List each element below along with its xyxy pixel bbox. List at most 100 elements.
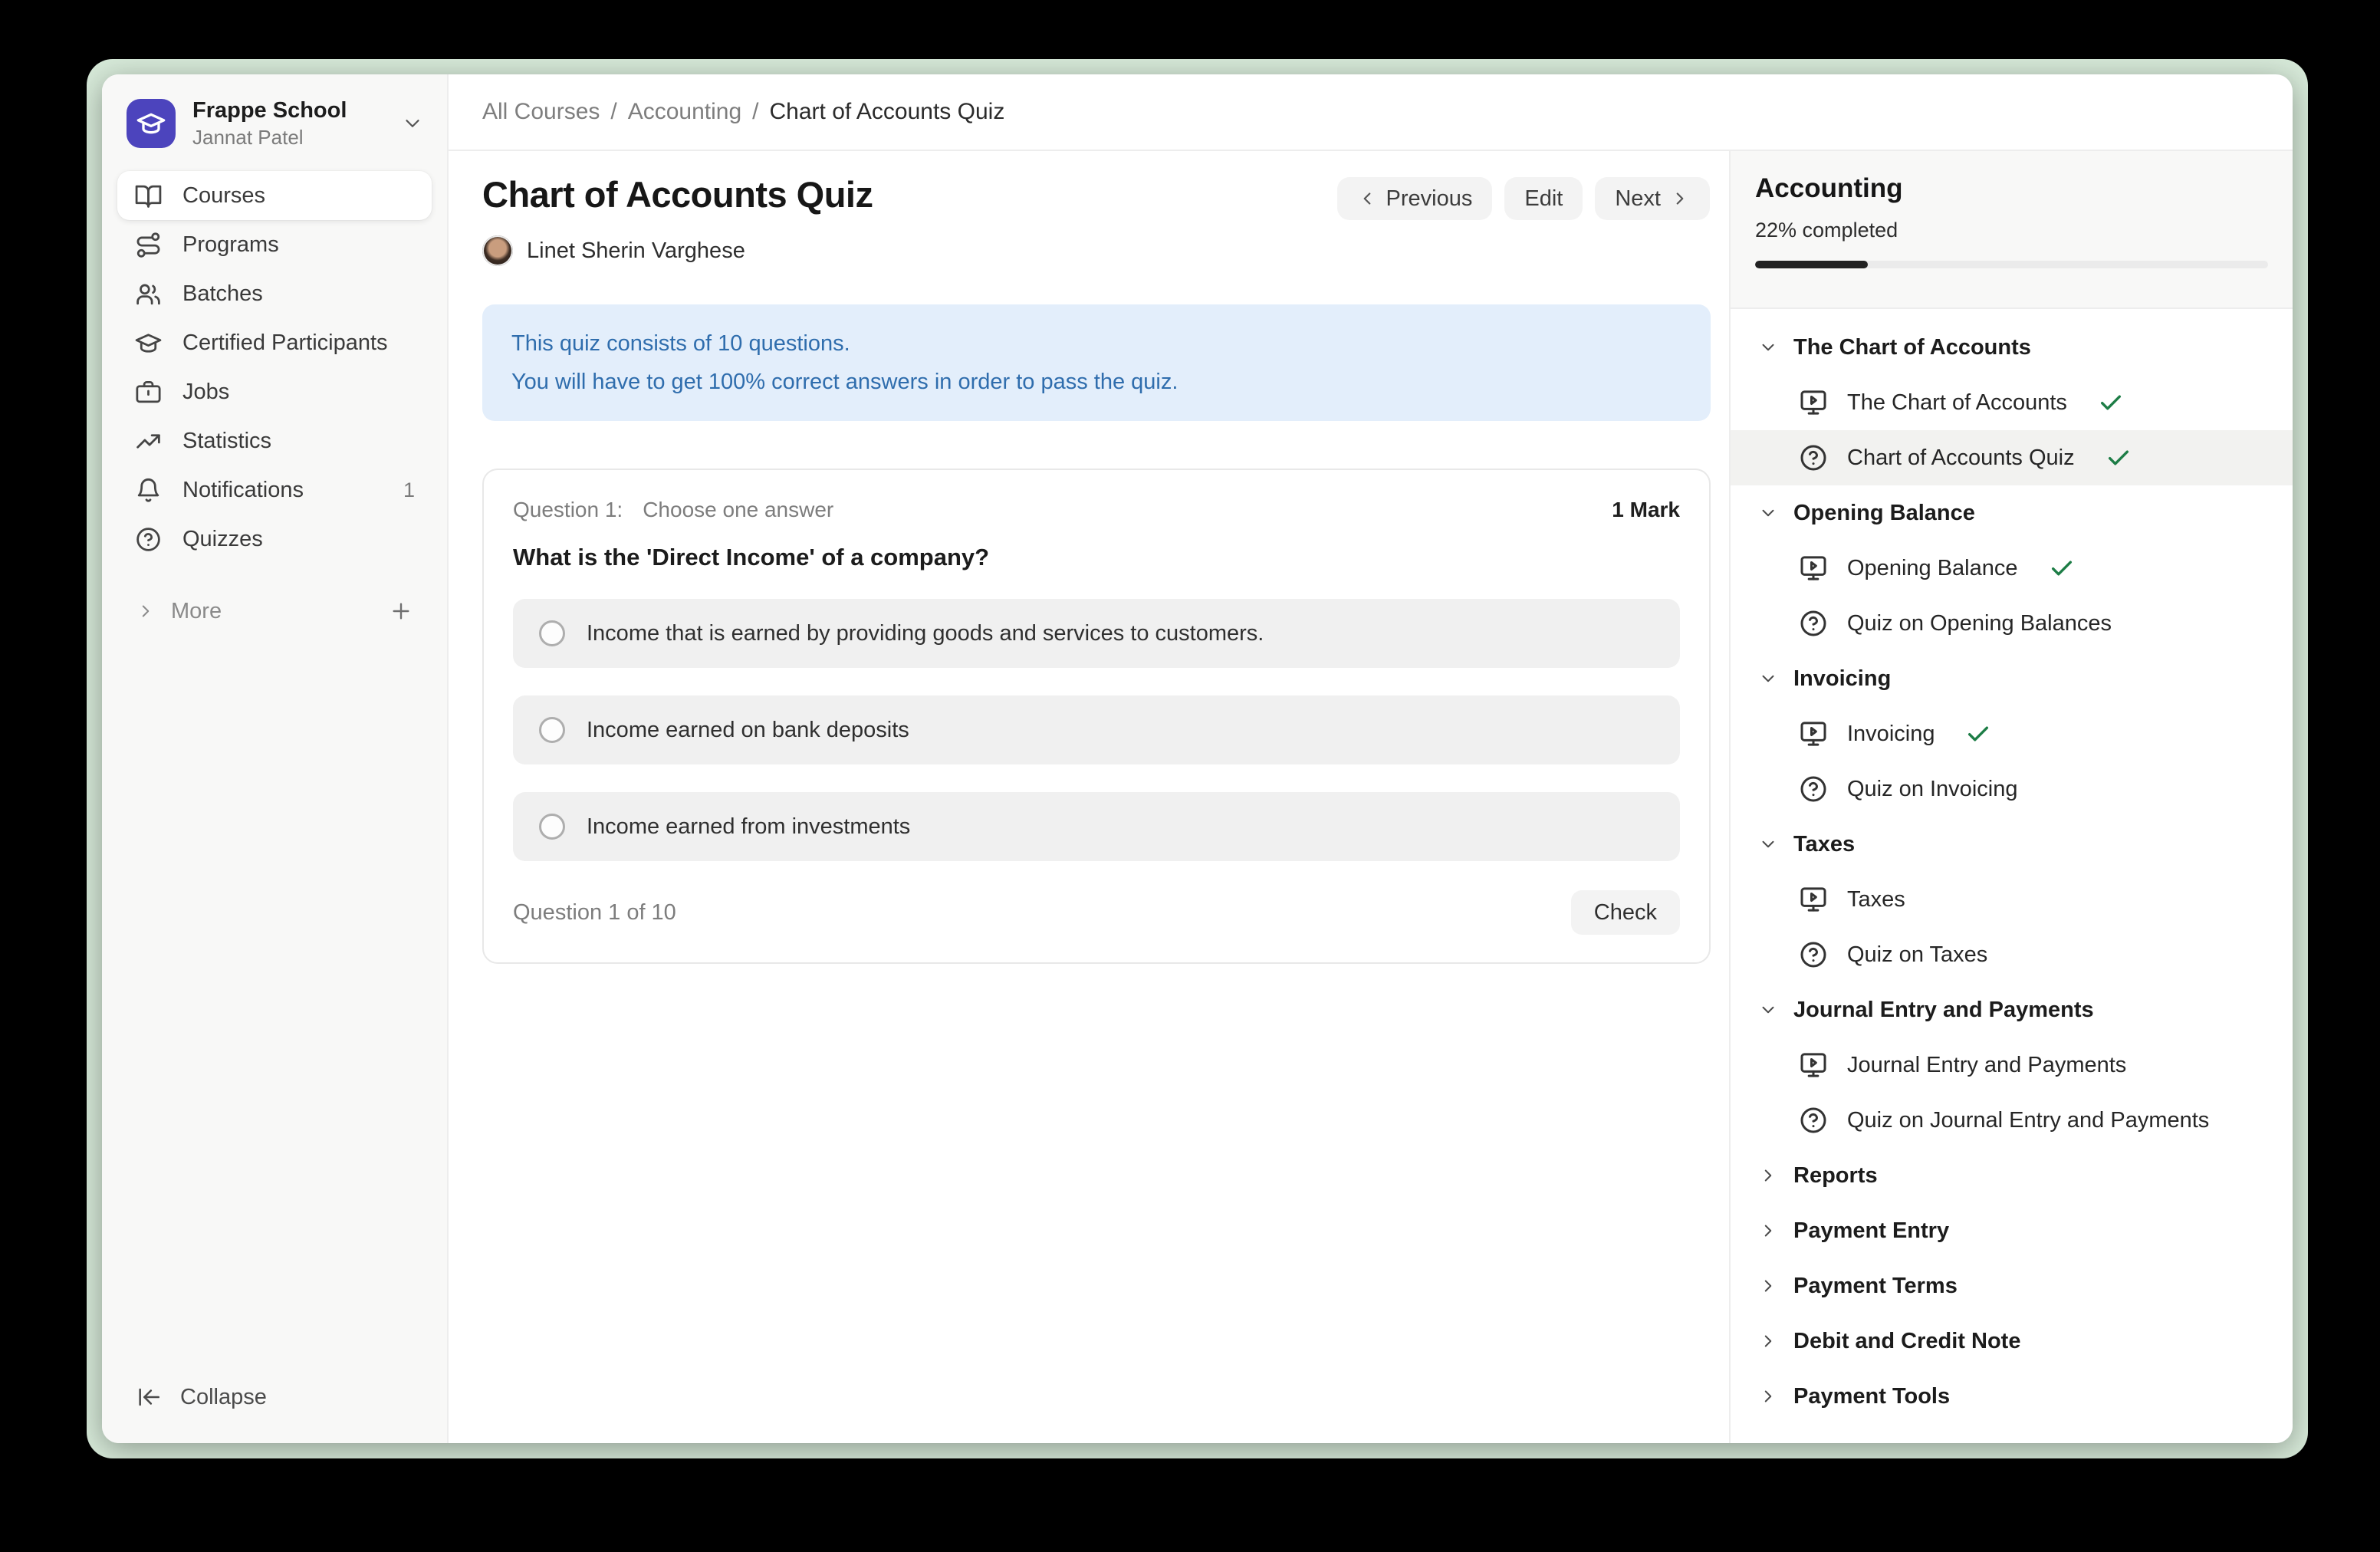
outline-item-lesson[interactable]: Journal Entry and Payments xyxy=(1731,1037,2293,1093)
outline-item-label: The Chart of Accounts xyxy=(1847,390,2067,416)
section-title: Reports xyxy=(1793,1163,1878,1189)
section-title: Taxes xyxy=(1793,832,1855,857)
notification-count-badge: 1 xyxy=(403,478,415,502)
plus-icon[interactable] xyxy=(389,599,413,623)
chevron-right-icon xyxy=(1758,1221,1778,1241)
answer-option-1[interactable]: Income that is earned by providing goods… xyxy=(513,599,1680,668)
outline-item-lesson[interactable]: The Chart of Accounts xyxy=(1731,375,2293,430)
outline-item-lesson[interactable]: Invoicing xyxy=(1731,706,2293,761)
lesson-icon xyxy=(1798,553,1829,584)
answer-option-3[interactable]: Income earned from investments xyxy=(513,792,1680,861)
page-title: Chart of Accounts Quiz xyxy=(482,173,873,217)
workspace-switcher[interactable]: Frappe School Jannat Patel xyxy=(102,74,447,166)
title-row: Chart of Accounts Quiz Previous Edit Nex… xyxy=(482,173,1710,220)
radio-icon[interactable] xyxy=(539,717,565,743)
sidebar-item-programs[interactable]: Programs xyxy=(117,220,432,269)
app-frame: Frappe School Jannat Patel Courses Progr… xyxy=(87,59,2308,1458)
radio-icon[interactable] xyxy=(539,814,565,840)
outline-section-taxes[interactable]: Taxes xyxy=(1731,817,2293,872)
more-label: More xyxy=(171,599,222,624)
question-instruction: Choose one answer xyxy=(643,498,833,522)
breadcrumb: All Courses / Accounting / Chart of Acco… xyxy=(482,99,1004,125)
app-window: Frappe School Jannat Patel Courses Progr… xyxy=(102,74,2293,1443)
quiz-instructions-banner: This quiz consists of 10 questions. You … xyxy=(482,304,1711,421)
outline-section-payment-entry[interactable]: Payment Entry xyxy=(1731,1203,2293,1258)
sidebar-item-label: Courses xyxy=(182,183,265,209)
sidebar-more[interactable]: More xyxy=(117,587,432,636)
sidebar-item-jobs[interactable]: Jobs xyxy=(117,367,432,416)
check-icon xyxy=(2049,555,2075,581)
question-card: Question 1: Choose one answer 1 Mark Wha… xyxy=(482,469,1711,964)
bell-icon xyxy=(134,476,163,505)
option-label: Income earned from investments xyxy=(587,814,910,840)
body-row: Chart of Accounts Quiz Previous Edit Nex… xyxy=(449,151,2293,1443)
outline-header: Accounting 22% completed xyxy=(1731,151,2293,309)
users-icon xyxy=(134,280,163,308)
outline-item-label: Quiz on Journal Entry and Payments xyxy=(1847,1108,2209,1133)
sidebar-item-label: Jobs xyxy=(182,380,229,405)
outline-item-quiz-current[interactable]: Chart of Accounts Quiz xyxy=(1731,430,2293,485)
breadcrumb-accounting[interactable]: Accounting xyxy=(628,99,741,125)
route-icon xyxy=(134,231,163,259)
sidebar-item-courses[interactable]: Courses xyxy=(117,171,432,220)
check-icon xyxy=(2106,445,2132,471)
book-open-icon xyxy=(134,182,163,210)
outline-item-lesson[interactable]: Taxes xyxy=(1731,872,2293,927)
chevron-down-icon xyxy=(1758,1000,1778,1020)
chevron-right-icon xyxy=(1758,1331,1778,1351)
collapse-label: Collapse xyxy=(180,1385,267,1410)
answer-option-2[interactable]: Income earned on bank deposits xyxy=(513,695,1680,764)
chevron-down-icon xyxy=(401,112,424,135)
outline-section-chart-of-accounts[interactable]: The Chart of Accounts xyxy=(1731,320,2293,375)
outline-item-label: Journal Entry and Payments xyxy=(1847,1053,2126,1078)
chevron-right-icon xyxy=(1670,189,1690,209)
progress-bar-fill xyxy=(1755,261,1868,268)
outline-item-label: Quiz on Taxes xyxy=(1847,942,1987,968)
outline-section-reports[interactable]: Reports xyxy=(1731,1148,2293,1203)
outline-section-payment-tools[interactable]: Payment Tools xyxy=(1731,1369,2293,1424)
previous-button[interactable]: Previous xyxy=(1337,177,1493,220)
question-marks: 1 Mark xyxy=(1612,498,1680,522)
chevron-right-icon xyxy=(1758,1276,1778,1296)
sidebar-item-label: Batches xyxy=(182,281,263,307)
section-title: Payment Entry xyxy=(1793,1218,1949,1244)
brand-title: Frappe School xyxy=(192,97,384,123)
collapse-sidebar-button[interactable]: Collapse xyxy=(117,1374,432,1420)
outline-item-quiz[interactable]: Quiz on Invoicing xyxy=(1731,761,2293,817)
sidebar-item-certified-participants[interactable]: Certified Participants xyxy=(117,318,432,367)
breadcrumb-all-courses[interactable]: All Courses xyxy=(482,99,600,125)
outline-section-debit-credit-note[interactable]: Debit and Credit Note xyxy=(1731,1314,2293,1369)
section-title: Opening Balance xyxy=(1793,501,1975,526)
outline-item-quiz[interactable]: Quiz on Opening Balances xyxy=(1731,596,2293,651)
question-number-label: Question 1: xyxy=(513,498,623,522)
breadcrumb-separator: / xyxy=(752,99,758,125)
sidebar-item-notifications[interactable]: Notifications 1 xyxy=(117,465,432,515)
toolbar: Previous Edit Next xyxy=(1337,177,1710,220)
check-icon xyxy=(1965,721,1991,747)
edit-button[interactable]: Edit xyxy=(1504,177,1583,220)
previous-label: Previous xyxy=(1386,186,1473,212)
question-text: What is the 'Direct Income' of a company… xyxy=(513,544,1680,571)
breadcrumb-current: Chart of Accounts Quiz xyxy=(770,99,1005,125)
sidebar-item-batches[interactable]: Batches xyxy=(117,269,432,318)
sidebar-item-statistics[interactable]: Statistics xyxy=(117,416,432,465)
radio-icon[interactable] xyxy=(539,620,565,646)
briefcase-icon xyxy=(134,378,163,406)
sidebar-item-label: Quizzes xyxy=(182,527,263,552)
check-button[interactable]: Check xyxy=(1571,890,1680,935)
outline-item-lesson[interactable]: Opening Balance xyxy=(1731,541,2293,596)
outline-item-quiz[interactable]: Quiz on Journal Entry and Payments xyxy=(1731,1093,2293,1148)
outline-section-journal-entry[interactable]: Journal Entry and Payments xyxy=(1731,982,2293,1037)
sidebar-item-quizzes[interactable]: Quizzes xyxy=(117,515,432,564)
graduation-cap-icon xyxy=(136,108,166,139)
next-button[interactable]: Next xyxy=(1595,177,1710,220)
lesson-icon xyxy=(1798,387,1829,418)
outline-section-opening-balance[interactable]: Opening Balance xyxy=(1731,485,2293,541)
quiz-icon xyxy=(1798,608,1829,639)
help-circle-icon xyxy=(134,525,163,554)
sidebar-nav: Courses Programs Batches Certified Parti… xyxy=(102,166,447,564)
section-title: Invoicing xyxy=(1793,666,1891,692)
outline-item-quiz[interactable]: Quiz on Taxes xyxy=(1731,927,2293,982)
outline-section-invoicing[interactable]: Invoicing xyxy=(1731,651,2293,706)
outline-section-payment-terms[interactable]: Payment Terms xyxy=(1731,1258,2293,1314)
